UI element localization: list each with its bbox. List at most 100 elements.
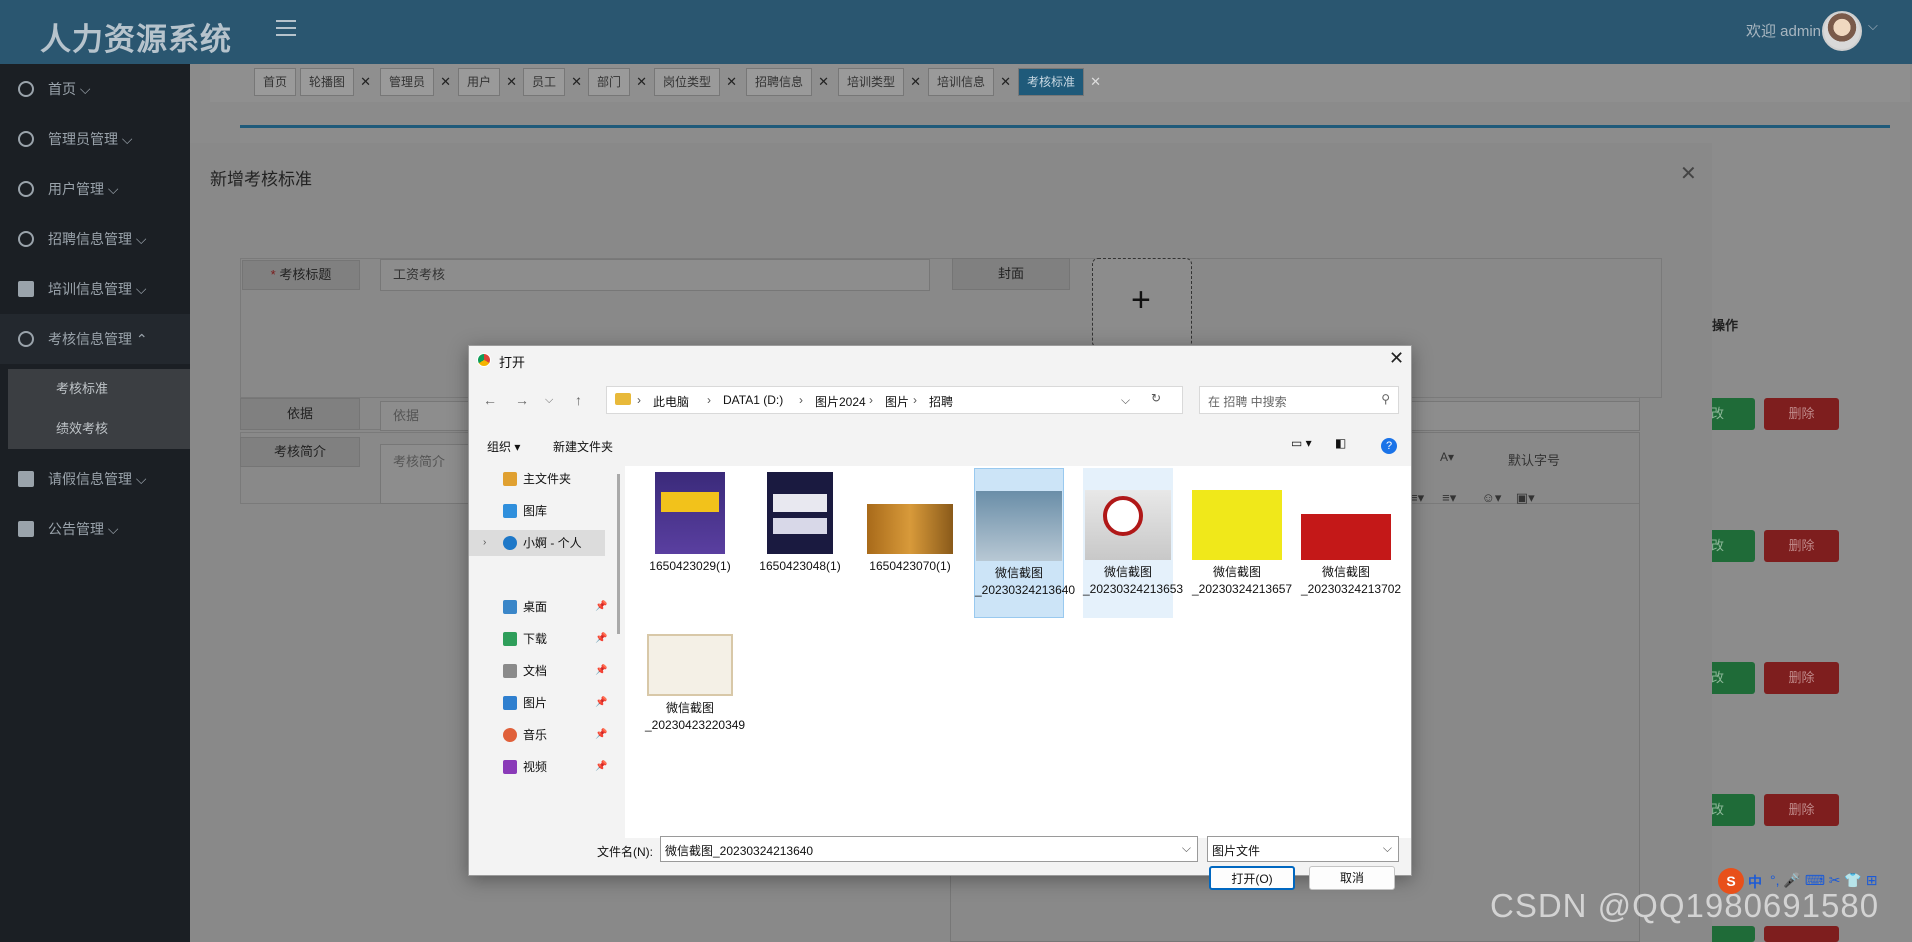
file-item[interactable]: 微信截图_20230423220349 xyxy=(645,624,745,734)
nav-home[interactable]: 主文件夹 xyxy=(469,466,605,492)
title-input[interactable]: 工资考核 xyxy=(380,259,930,291)
help-icon[interactable]: ? xyxy=(1381,438,1397,454)
pin-icon[interactable]: 📌 xyxy=(595,722,607,748)
chevron-down-icon[interactable]: ⌵ xyxy=(1383,841,1392,856)
breadcrumb-item[interactable]: 图片 xyxy=(885,393,909,410)
nav-downloads[interactable]: 下载 📌 xyxy=(469,626,607,652)
view-icon[interactable]: ▭ ▾ xyxy=(1291,436,1312,450)
file-open-dialog: 打开 ✕ ← → ⌵ ↑ › 此电脑 › DATA1 (D:) › 图片2024… xyxy=(468,345,1412,890)
nav-documents[interactable]: 文档 📌 xyxy=(469,658,607,684)
tab-home[interactable]: 首页 xyxy=(254,68,297,96)
open-button[interactable]: 打开(O) xyxy=(1209,866,1295,890)
new-folder-button[interactable]: 新建文件夹 xyxy=(553,438,613,455)
close-icon[interactable]: ✕ xyxy=(636,69,647,95)
nav-onedrive[interactable]: › 小婀 - 个人 xyxy=(469,530,605,556)
chrome-icon xyxy=(477,353,491,367)
font-color-icon[interactable]: A▾ xyxy=(1440,450,1454,464)
pin-icon[interactable]: 📌 xyxy=(595,754,607,780)
cover-upload[interactable]: + xyxy=(1092,258,1192,348)
scrollbar[interactable] xyxy=(617,474,620,634)
close-icon[interactable]: ✕ xyxy=(910,69,921,95)
sidebar-item-recruit[interactable]: 招聘信息管理 ⌵ xyxy=(0,214,190,264)
file-item[interactable]: 1650423048(1) xyxy=(755,468,845,575)
chevron-down-icon[interactable]: ⌵ xyxy=(1121,393,1130,408)
delete-button[interactable]: 删除 xyxy=(1764,662,1839,694)
breadcrumb-item[interactable]: 此电脑 xyxy=(653,393,689,410)
tab-department[interactable]: 部门 ✕ xyxy=(588,68,647,96)
tab-assessment-standard[interactable]: 考核标准 ✕ xyxy=(1018,68,1101,96)
forward-icon[interactable]: → xyxy=(515,392,529,408)
delete-button[interactable]: 删除 xyxy=(1764,794,1839,826)
refresh-icon[interactable]: ↻ xyxy=(1151,391,1161,405)
sidebar-subitem-standard[interactable]: 考核标准 xyxy=(8,369,190,409)
ime-tools-icon[interactable]: °, 🎤 ⌨ ✂ 👕 ⊞ xyxy=(1770,872,1877,889)
close-icon[interactable]: ✕ xyxy=(506,69,517,95)
file-item[interactable]: 1650423070(1) xyxy=(865,468,955,575)
nav-videos[interactable]: 视频 📌 xyxy=(469,754,607,780)
preview-pane-icon[interactable]: ◧ xyxy=(1335,436,1346,450)
breadcrumb-item[interactable]: 图片2024 xyxy=(815,393,866,410)
pin-icon[interactable]: 📌 xyxy=(595,626,607,652)
delete-button[interactable] xyxy=(1764,926,1839,942)
search-input[interactable]: 在 招聘 中搜索 ⚲ xyxy=(1199,386,1399,414)
sidebar-item-leave[interactable]: 请假信息管理 ⌵ xyxy=(0,454,190,504)
chevron-down-icon[interactable]: ⌵ xyxy=(545,394,553,407)
sidebar-item-admin[interactable]: 管理员管理 ⌵ xyxy=(0,114,190,164)
sogou-icon[interactable]: S xyxy=(1718,868,1744,894)
close-icon[interactable]: ✕ xyxy=(1389,348,1404,369)
file-item[interactable]: 微信截图_20230324213702 xyxy=(1301,468,1401,598)
chevron-down-icon[interactable]: ⌵ xyxy=(1182,841,1191,856)
ime-lang[interactable]: 中 xyxy=(1748,872,1762,892)
organize-menu[interactable]: 组织 ▾ xyxy=(487,438,520,455)
breadcrumb-item[interactable]: 招聘 xyxy=(929,393,953,410)
sidebar-item-training[interactable]: 培训信息管理 ⌵ xyxy=(0,264,190,314)
pin-icon[interactable]: 📌 xyxy=(595,594,607,620)
nav-desktop[interactable]: 桌面 📌 xyxy=(469,594,607,620)
filetype-select[interactable]: 图片文件 ⌵ xyxy=(1207,836,1399,862)
close-icon[interactable]: ✕ xyxy=(1680,161,1697,186)
tab-user[interactable]: 用户 ✕ xyxy=(458,68,517,96)
close-icon[interactable]: ✕ xyxy=(1000,69,1011,95)
cancel-button[interactable]: 取消 xyxy=(1309,866,1395,890)
nav-pictures[interactable]: 图片 📌 xyxy=(469,690,607,716)
pin-icon[interactable]: 📌 xyxy=(595,658,607,684)
close-icon[interactable]: ✕ xyxy=(1090,69,1101,95)
sidebar-item-assessment[interactable]: 考核信息管理 ⌃ xyxy=(0,314,190,364)
tab-admin[interactable]: 管理员 ✕ xyxy=(380,68,451,96)
tab-post-type[interactable]: 岗位类型 ✕ xyxy=(654,68,737,96)
tab-recruit-info[interactable]: 招聘信息 ✕ xyxy=(746,68,829,96)
avatar[interactable] xyxy=(1822,11,1862,51)
sidebar-subitem-performance[interactable]: 绩效考核 xyxy=(8,409,190,449)
tab-employee[interactable]: 员工 ✕ xyxy=(523,68,582,96)
back-icon[interactable]: ← xyxy=(483,392,497,408)
sidebar-item-notice[interactable]: 公告管理 ⌵ xyxy=(0,504,190,554)
delete-button[interactable]: 删除 xyxy=(1764,530,1839,562)
up-icon[interactable]: ↑ xyxy=(575,392,582,408)
nav-gallery[interactable]: 图库 xyxy=(469,498,605,524)
close-icon[interactable]: ✕ xyxy=(440,69,451,95)
align-icon[interactable]: ≡▾ ≡▾ ☺▾ ▣▾ xyxy=(1410,490,1535,506)
breadcrumb-item[interactable]: DATA1 (D:) xyxy=(723,393,783,407)
nav-music[interactable]: 音乐 📌 xyxy=(469,722,607,748)
delete-button[interactable]: 删除 xyxy=(1764,398,1839,430)
close-icon[interactable]: ✕ xyxy=(571,69,582,95)
file-item[interactable]: 微信截图_20230324213657 xyxy=(1192,468,1292,598)
tab-carousel[interactable]: 轮播图 ✕ xyxy=(300,68,371,96)
file-item[interactable]: 微信截图_20230324213640 xyxy=(974,468,1075,618)
chevron-down-icon[interactable]: ⌵ xyxy=(1868,18,1878,34)
tab-training-info[interactable]: 培训信息 ✕ xyxy=(928,68,1011,96)
tab-training-type[interactable]: 培训类型 ✕ xyxy=(838,68,921,96)
sidebar-item-users[interactable]: 用户管理 ⌵ xyxy=(0,164,190,214)
filename-input[interactable]: 微信截图_20230324213640 ⌵ xyxy=(660,836,1198,862)
menu-toggle-icon[interactable] xyxy=(276,20,296,38)
file-item[interactable]: 微信截图_20230324213653 xyxy=(1083,468,1183,618)
pin-icon[interactable]: 📌 xyxy=(595,690,607,716)
sidebar-item-home[interactable]: 首页 ⌵ xyxy=(0,64,190,114)
close-icon[interactable]: ✕ xyxy=(818,69,829,95)
close-icon[interactable]: ✕ xyxy=(726,69,737,95)
file-item[interactable]: 1650423029(1) xyxy=(645,468,735,575)
chevron-right-icon[interactable]: › xyxy=(483,530,486,556)
close-icon[interactable]: ✕ xyxy=(360,69,371,95)
address-bar[interactable]: › 此电脑 › DATA1 (D:) › 图片2024 › 图片 › 招聘 ⌵ … xyxy=(606,386,1183,414)
font-size-select[interactable]: 默认字号 xyxy=(1508,450,1560,469)
